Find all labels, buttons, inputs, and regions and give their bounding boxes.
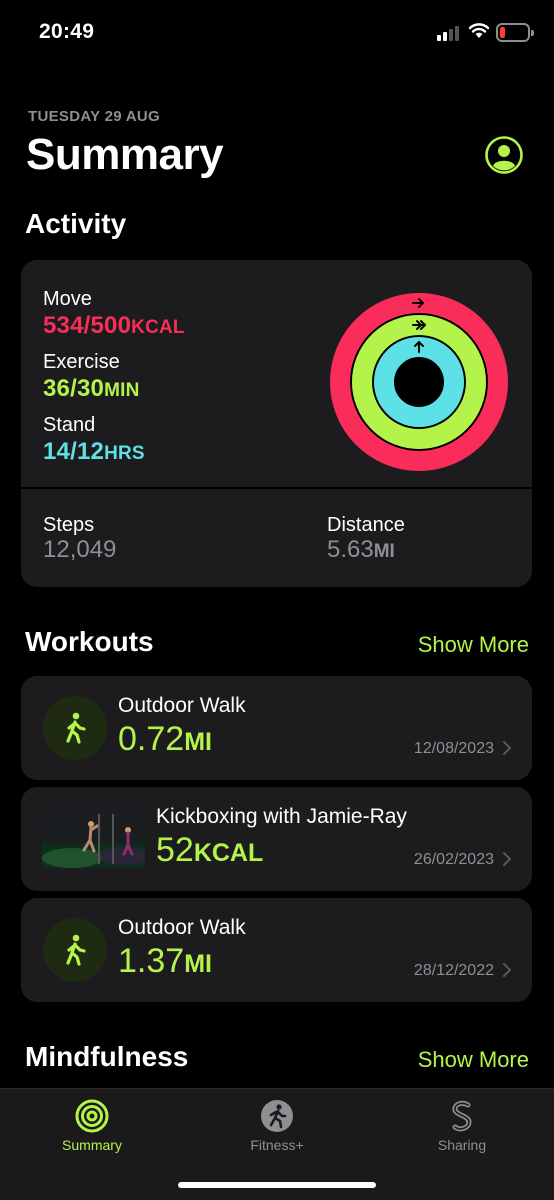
tab-sharing[interactable]: Sharing	[402, 1099, 522, 1153]
activity-rings-icon	[75, 1099, 109, 1133]
workout-card[interactable]: Kickboxing with Jamie-Ray 52KCAL 26/02/2…	[21, 787, 532, 891]
tab-label: Summary	[62, 1137, 122, 1153]
workouts-section-title: Workouts	[25, 626, 154, 657]
workout-date: 28/12/2022	[413, 962, 494, 979]
chevron-right-icon	[503, 963, 511, 977]
wifi-icon	[468, 23, 490, 38]
workouts-show-more-link[interactable]: Show More	[418, 632, 529, 658]
steps-value: 12,049	[43, 536, 117, 563]
workout-date: 26/02/2023	[413, 851, 494, 868]
workout-value: 0.72MI	[118, 720, 212, 758]
move-label: Move	[43, 288, 92, 310]
summary-screen: 20:49 TUESDAY 29 AUG Summary Activity Mo…	[0, 0, 554, 1200]
activity-section-title: Activity	[25, 208, 127, 239]
distance-label: Distance	[327, 514, 405, 536]
mindfulness-show-more-link[interactable]: Show More	[418, 1047, 529, 1073]
workout-date: 12/08/2023	[413, 740, 494, 757]
mindfulness-section-title: Mindfulness	[25, 1041, 189, 1072]
status-time: 20:49	[39, 20, 95, 43]
walking-icon	[43, 696, 107, 760]
steps-label: Steps	[43, 514, 95, 536]
stand-value: 14/12HRS	[43, 438, 145, 465]
tab-fitness-plus[interactable]: Fitness+	[217, 1099, 337, 1153]
workout-title: Outdoor Walk	[118, 694, 246, 717]
cellular-signal-icon	[437, 24, 459, 41]
sharing-icon	[452, 1100, 472, 1132]
tab-label: Fitness+	[250, 1137, 304, 1153]
activity-rings[interactable]	[327, 290, 511, 474]
move-value: 534/500KCAL	[43, 312, 185, 339]
workout-value: 52KCAL	[156, 831, 264, 869]
workout-title: Outdoor Walk	[118, 916, 246, 939]
workout-card[interactable]: Outdoor Walk 1.37MI 28/12/2022	[21, 898, 532, 1002]
stand-label: Stand	[43, 414, 96, 436]
status-bar: 20:49	[0, 0, 554, 70]
workout-card[interactable]: Outdoor Walk 0.72MI 12/08/2023	[21, 676, 532, 780]
exercise-label: Exercise	[43, 351, 120, 373]
profile-icon[interactable]	[485, 136, 523, 174]
tab-summary[interactable]: Summary	[32, 1099, 152, 1153]
fitness-plus-icon	[261, 1100, 293, 1132]
distance-value: 5.63MI	[327, 536, 395, 563]
home-indicator[interactable]	[178, 1182, 376, 1188]
exercise-value: 36/30MIN	[43, 375, 140, 402]
page-title: Summary	[26, 130, 224, 179]
date-label: TUESDAY 29 AUG	[28, 108, 161, 125]
workout-title: Kickboxing with Jamie-Ray	[156, 805, 407, 828]
chevron-right-icon	[503, 852, 511, 866]
workout-thumbnail	[42, 810, 145, 868]
walking-icon	[43, 918, 107, 982]
workout-value: 1.37MI	[118, 942, 212, 980]
chevron-right-icon	[503, 741, 511, 755]
battery-icon	[496, 23, 534, 42]
card-divider	[21, 487, 532, 489]
activity-card[interactable]: Move 534/500KCAL Exercise 36/30MIN Stand…	[21, 260, 532, 587]
tab-label: Sharing	[437, 1137, 487, 1153]
